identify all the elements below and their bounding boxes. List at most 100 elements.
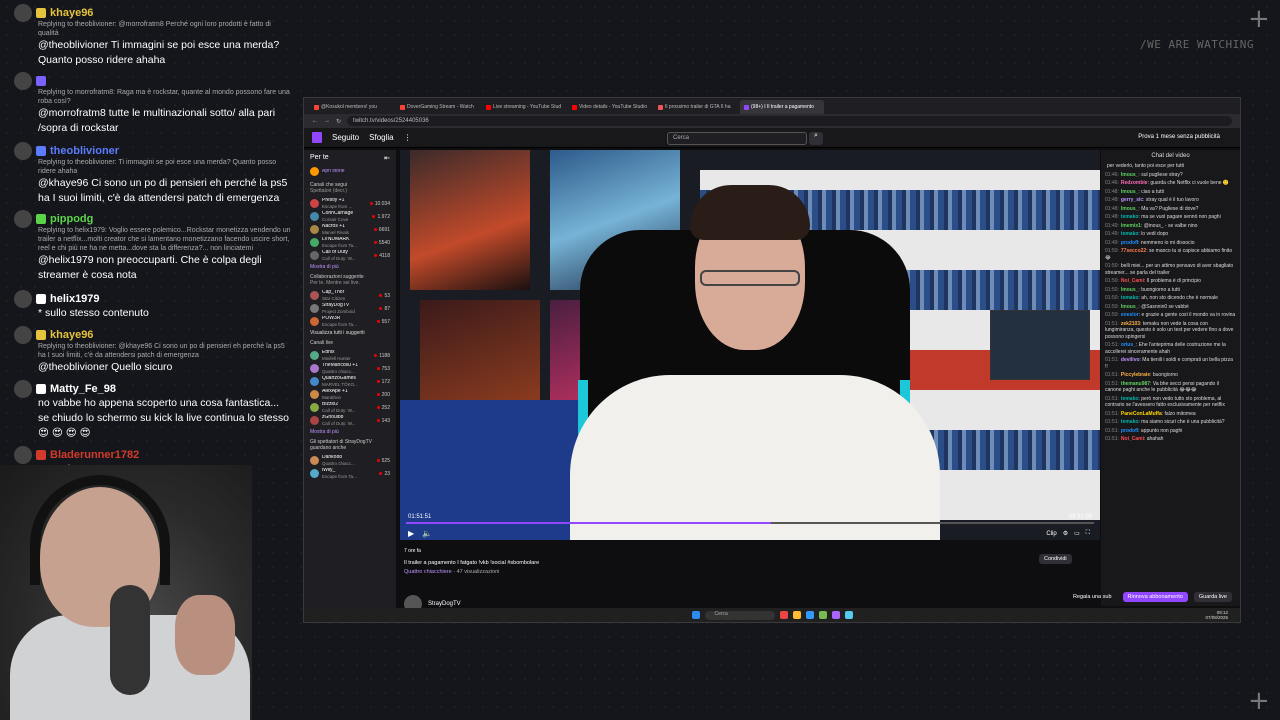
chat-username: Imous_	[1120, 303, 1139, 310]
sidebar-channel-item[interactable]: StrayDogTV Project Zomboid 87	[310, 302, 390, 315]
chat-username: Redzombie	[1120, 180, 1148, 186]
overlay-chat-message: Matty_Fe_98 no vabbe ho appena scoperto u…	[14, 380, 292, 441]
channel-game: Project Zomboid	[322, 308, 355, 314]
sidebar-channel-item[interactable]: iWily_ Escape from Ta... 23	[310, 467, 390, 480]
chat-text: : nemmeno io mi dissocio	[1138, 239, 1195, 246]
sidebar-channel-item[interactable]: Cap_Thor Star Citizen 53	[310, 289, 390, 302]
browser-tab[interactable]: (98+) I Il trailer a pagamento	[740, 100, 824, 114]
share-button[interactable]: Condividi	[1039, 554, 1072, 564]
chat-text: : appunto non paghi	[1138, 427, 1183, 434]
channel-name: AlexApe +1	[322, 389, 348, 394]
clip-button[interactable]: Clip	[1046, 531, 1056, 537]
viewer-count: 557	[381, 318, 390, 325]
channel-game: Minifell Hunter	[322, 355, 351, 361]
sidebar-channel-item[interactable]: zGhoul88 Call of Duty: W... 143	[310, 414, 390, 427]
renew-sub-button[interactable]: Rinnova abbonamento	[1122, 592, 1188, 602]
chat-message: 01:49: temako: lo vedi dopo	[1105, 231, 1169, 237]
chat-username: orius_	[1120, 342, 1136, 348]
app-icon[interactable]	[844, 611, 853, 619]
channel-game: Escape from ...	[322, 203, 353, 209]
chat-username: themanu987	[1120, 380, 1151, 387]
show-more-link[interactable]: Mostra di più	[310, 264, 390, 270]
show-more-link[interactable]: Mostra di più	[310, 429, 390, 435]
sidebar-channel-item[interactable]: LVNDMARK Escape from Ta... 5540	[310, 236, 390, 249]
badge-icon	[36, 330, 46, 340]
sidebar-channel-item[interactable]: Ettnix Minifell Hunter 1188	[310, 349, 390, 362]
browser-tab[interactable]: Il prossimo trailer di GTA 6 ha	[654, 100, 738, 114]
sidebar-channel-item[interactable]: Call of Duty Call of Duty: W... 4118	[310, 249, 390, 262]
chat-message: 01:49: Imemix1: @inous_ - se valbe nino	[1105, 222, 1198, 229]
user-avatar	[14, 72, 32, 90]
live-dot-icon	[376, 392, 380, 396]
overlay-chat-message: khaye96 Replying to theoblivioner: @khaye…	[14, 326, 292, 375]
edge-icon[interactable]	[805, 611, 814, 619]
sidebar-channel-item[interactable]: Prestly +1 Escape from ... 10.034	[310, 197, 390, 210]
start-icon[interactable]	[691, 611, 700, 619]
chrome-icon[interactable]	[779, 611, 788, 619]
channel-name[interactable]: StrayDogTV	[428, 601, 461, 607]
search-icon[interactable]: ⌕	[809, 132, 823, 145]
sidebar-channel-item[interactable]: QuartzoGames MARVEL TŌKO... 172	[310, 375, 390, 388]
gift-sub-button[interactable]: Regala una sub	[1068, 592, 1117, 602]
overlay-chat-message: Replying to morrofratm8: Raga ma è rocks…	[14, 72, 292, 136]
channel-name: Cap_Thor	[322, 290, 345, 295]
nav-following[interactable]: Seguito	[332, 133, 359, 142]
back-icon[interactable]: ←	[312, 118, 318, 124]
chat-message: 01:51: Piccylebraie: buongiorno	[1105, 372, 1178, 378]
chat-title: Chat del video	[1151, 153, 1190, 159]
video-category[interactable]: Quattro chiacchiere	[404, 569, 452, 575]
sidebar-channel-item[interactable]: AlexApe +1 Marathon 200	[310, 388, 390, 401]
sidebar-channel-item[interactable]: Nacros +1 Marvel Rivals 6691	[310, 223, 390, 236]
sidebar-channel-item[interactable]: Danko88 Quattro chiacc... 525	[310, 454, 390, 467]
sidebar-channel-item[interactable]: TheMancosu +1 Quattro chiacc... 753	[310, 362, 390, 375]
theatre-icon[interactable]: ▭	[1074, 530, 1080, 537]
chat-username: temako	[1120, 231, 1139, 237]
promo-link[interactable]: Prova 1 mese senza pubblicità	[1138, 134, 1220, 140]
sidebar-title: Per te	[310, 154, 329, 161]
browser-tab[interactable]: Live streaming - YouTube Stud	[482, 100, 566, 114]
video-progress-bar[interactable]	[406, 522, 1094, 524]
stories-item[interactable]: Apri storie	[310, 165, 390, 178]
live-dot-icon	[372, 214, 376, 218]
collapse-icon[interactable]: ⇤	[384, 154, 390, 162]
taskbar-search[interactable]: Cerca	[704, 610, 775, 620]
view-all-suggested[interactable]: Visualizza tutti i suggeriti	[310, 330, 390, 336]
chat-username: Imous_	[1120, 286, 1139, 293]
twitch-logo-icon[interactable]	[312, 132, 322, 143]
chat-text: : buongiorno	[1150, 372, 1178, 378]
browser-tab[interactable]: DoverGaming Stream - Watch	[396, 100, 480, 114]
settings-icon[interactable]: ⚙	[1063, 530, 1068, 537]
overlay-message-text: @theoblivioner Quello sicuro	[38, 361, 173, 373]
sidebar-channel-item[interactable]: CohhCarnage Corsair Cove 1.972	[310, 210, 390, 223]
fullscreen-icon[interactable]: ⛶	[1086, 530, 1090, 537]
more-menu-icon[interactable]: ⋮	[404, 133, 412, 142]
volume-icon[interactable]: 🔈	[422, 529, 432, 538]
viewer-count: 172	[381, 378, 390, 385]
chat-message: 01:51: PaneConLaMuffa: falzo mitomea	[1105, 410, 1196, 417]
chat-username: devilivo	[1120, 357, 1140, 363]
watch-live-button[interactable]: Guarda live	[1193, 592, 1232, 602]
chat-message: 01:50: Noi_Cami: Il problema è di princip…	[1105, 278, 1201, 284]
channel-name: CohhCarnage	[322, 211, 354, 216]
play-icon[interactable]: ▶	[408, 529, 414, 538]
overlay-chat-message: theoblivioner Replying to theoblivioner: …	[14, 142, 292, 206]
badge-icon	[36, 76, 46, 86]
chat-username: prodofl	[1120, 427, 1139, 434]
url-field[interactable]: twitch.tv/videos/2524405036	[347, 116, 1232, 126]
browser-tab[interactable]: Video details - YouTube Studio	[568, 100, 652, 114]
chat-message: 01:51: devilivo: Ma tienili i soldi e com…	[1105, 357, 1233, 370]
section-collab: Collaborazioni suggerite Per te. Mentre s…	[310, 274, 364, 286]
video-player[interactable]: 01:51:51 03:31:00 ▶ 🔈 Clip ⚙ ▭ ⛶	[400, 150, 1100, 540]
channel-game: Escape from Ta...	[322, 473, 357, 479]
app-icon[interactable]	[831, 611, 840, 619]
nav-browse[interactable]: Sfoglia	[369, 133, 393, 142]
sidebar-channel-item[interactable]: Bizzlo2 Call of Duty: W... 252	[310, 401, 390, 414]
channel-name: POW3R	[322, 316, 341, 321]
search-input[interactable]: Cerca	[667, 132, 807, 145]
forward-icon[interactable]: →	[324, 118, 330, 124]
browser-tab[interactable]: @Kosukol members! you	[310, 100, 394, 114]
sidebar-channel-item[interactable]: POW3R Escape from Ta... 557	[310, 315, 390, 328]
folder-icon[interactable]	[792, 611, 801, 619]
reload-icon[interactable]: ↻	[336, 118, 341, 125]
app-icon[interactable]	[818, 611, 827, 619]
